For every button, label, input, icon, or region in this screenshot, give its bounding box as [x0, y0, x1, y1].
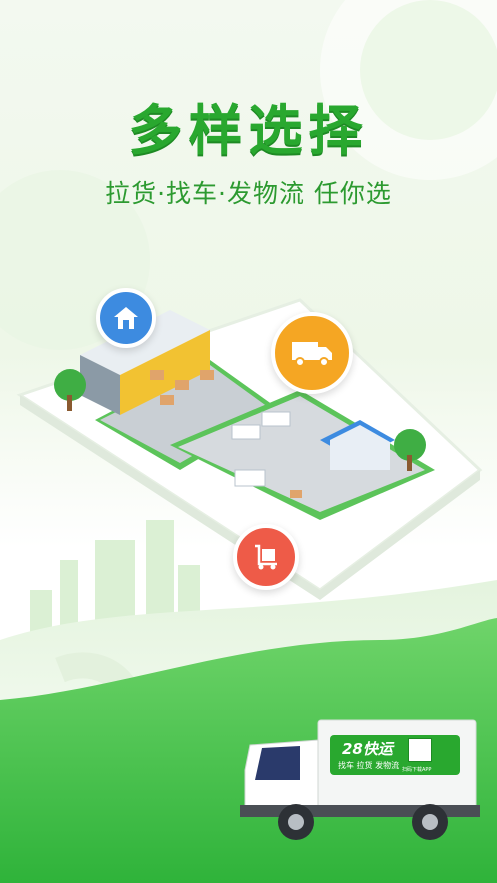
truck-icon [292, 342, 332, 367]
house-icon [114, 307, 138, 329]
truck-qr-code [408, 738, 432, 762]
cart-icon [255, 544, 277, 570]
headline: 多样选择 [128, 99, 369, 162]
subline: 拉货·找车·发物流 任你选 [105, 179, 392, 208]
cart-badge [233, 524, 299, 590]
truck-brand-services: 找车 拉货 发物流 [338, 761, 400, 770]
house-badge [96, 288, 156, 348]
truck-qr-caption: 扫码下载APP [402, 767, 432, 773]
truck-brand-name: 28快运 [342, 740, 393, 758]
truck-badge [271, 312, 353, 394]
